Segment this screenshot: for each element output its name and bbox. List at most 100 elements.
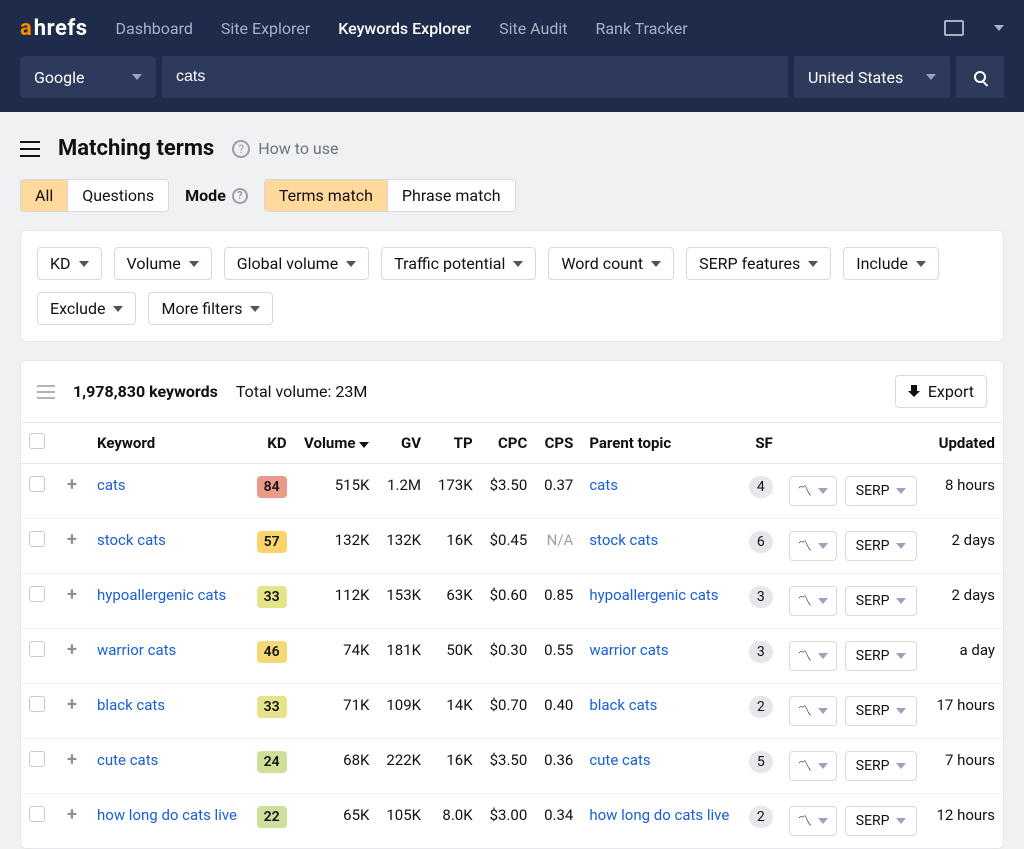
plus-icon[interactable]: + [67, 694, 77, 715]
row-checkbox[interactable] [29, 641, 45, 657]
col-kd[interactable]: KD [248, 423, 295, 464]
filter-kd[interactable]: KD [37, 247, 102, 280]
keyword-link[interactable]: black cats [97, 696, 165, 714]
parent-topic-link[interactable]: black cats [589, 696, 657, 714]
keyword-link[interactable]: warrior cats [97, 641, 176, 659]
plus-icon[interactable]: + [67, 584, 77, 605]
sf-badge[interactable]: 6 [749, 531, 773, 553]
nav-link-site-audit[interactable]: Site Audit [499, 19, 567, 38]
tab-questions[interactable]: Questions [67, 180, 168, 211]
filter-volume[interactable]: Volume [114, 247, 212, 280]
chevron-down-icon [132, 74, 142, 80]
serp-button[interactable]: SERP [845, 586, 917, 616]
col-parent-topic[interactable]: Parent topic [581, 423, 740, 464]
density-icon[interactable] [37, 385, 55, 399]
logo[interactable]: a hrefs [20, 16, 88, 41]
tab-phrase-match[interactable]: Phrase match [387, 180, 515, 211]
keyword-link[interactable]: stock cats [97, 531, 166, 549]
filter-label: Volume [127, 254, 181, 273]
row-checkbox[interactable] [29, 531, 45, 547]
select-all-checkbox[interactable] [29, 433, 45, 449]
help-icon[interactable]: ? [232, 188, 248, 204]
col-cpc[interactable]: CPC [481, 423, 536, 464]
col-gv[interactable]: GV [377, 423, 429, 464]
cell-sf: 2 [740, 684, 781, 739]
nav-link-rank-tracker[interactable]: Rank Tracker [595, 19, 687, 38]
country-select[interactable]: United States [794, 56, 950, 98]
serp-button[interactable]: SERP [845, 696, 917, 726]
sf-badge[interactable]: 2 [749, 696, 773, 718]
cell-checkbox [21, 629, 59, 684]
account-caret-icon[interactable] [994, 25, 1004, 31]
keyword-input[interactable] [162, 56, 788, 98]
parent-topic-link[interactable]: cute cats [589, 751, 650, 769]
plus-icon[interactable]: + [67, 749, 77, 770]
col-volume[interactable]: Volume [295, 423, 378, 464]
filter-include[interactable]: Include [843, 247, 939, 280]
sf-badge[interactable]: 3 [749, 641, 773, 663]
plus-icon[interactable]: + [67, 529, 77, 550]
col-sf[interactable]: SF [740, 423, 781, 464]
parent-topic-link[interactable]: how long do cats live [589, 806, 729, 824]
filter-more-filters[interactable]: More filters [148, 292, 273, 325]
cell-gv: 222K [377, 739, 429, 794]
tab-all[interactable]: All [21, 180, 67, 211]
col-cps[interactable]: CPS [535, 423, 581, 464]
col-keyword[interactable]: Keyword [89, 423, 248, 464]
parent-topic-link[interactable]: warrior cats [589, 641, 668, 659]
sf-badge[interactable]: 2 [749, 806, 773, 828]
chart-button[interactable]: 〽 [789, 696, 837, 726]
export-button[interactable]: Export [895, 375, 987, 408]
cell-actions: 〽 SERP [781, 519, 927, 574]
chart-button[interactable]: 〽 [789, 751, 837, 781]
filter-serp-features[interactable]: SERP features [686, 247, 831, 280]
filter-traffic-potential[interactable]: Traffic potential [381, 247, 536, 280]
plus-icon[interactable]: + [67, 639, 77, 660]
sf-badge[interactable]: 5 [749, 751, 773, 773]
row-checkbox[interactable] [29, 696, 45, 712]
serp-button[interactable]: SERP [845, 751, 917, 781]
nav-link-site-explorer[interactable]: Site Explorer [221, 19, 310, 38]
filter-word-count[interactable]: Word count [548, 247, 674, 280]
nav-link-keywords-explorer[interactable]: Keywords Explorer [338, 19, 471, 38]
parent-topic-link[interactable]: stock cats [589, 531, 658, 549]
chart-button[interactable]: 〽 [789, 586, 837, 616]
keyword-link[interactable]: cats [97, 476, 126, 494]
monitor-icon[interactable] [944, 20, 964, 36]
row-checkbox[interactable] [29, 476, 45, 492]
chevron-down-icon [926, 74, 936, 80]
serp-button[interactable]: SERP [845, 531, 917, 561]
keyword-link[interactable]: how long do cats live [97, 806, 237, 824]
plus-icon[interactable]: + [67, 804, 77, 825]
nav-link-dashboard[interactable]: Dashboard [116, 19, 193, 38]
parent-topic-link[interactable]: cats [589, 476, 618, 494]
row-checkbox[interactable] [29, 806, 45, 822]
keyword-link[interactable]: cute cats [97, 751, 158, 769]
col-tp[interactable]: TP [429, 423, 481, 464]
col-updated[interactable]: Updated [927, 423, 1003, 464]
serp-button[interactable]: SERP [845, 641, 917, 671]
sidebar-toggle-icon[interactable] [20, 141, 40, 157]
row-checkbox[interactable] [29, 586, 45, 602]
how-to-use-link[interactable]: ? How to use [232, 139, 338, 158]
serp-button[interactable]: SERP [845, 476, 917, 506]
table-row: +cats84515K1.2M173K$3.500.37cats4〽SERP8 … [21, 464, 1003, 519]
engine-select[interactable]: Google [20, 56, 156, 98]
row-checkbox[interactable] [29, 751, 45, 767]
chart-button[interactable]: 〽 [789, 476, 837, 506]
plus-icon[interactable]: + [67, 474, 77, 495]
sf-badge[interactable]: 4 [749, 476, 773, 498]
tab-terms-match[interactable]: Terms match [265, 180, 387, 211]
parent-topic-link[interactable]: hypoallergenic cats [589, 586, 718, 604]
filter-global-volume[interactable]: Global volume [224, 247, 369, 280]
serp-button[interactable]: SERP [845, 806, 917, 836]
chart-button[interactable]: 〽 [789, 531, 837, 561]
chevron-down-icon [896, 598, 906, 604]
search-button[interactable] [956, 56, 1004, 98]
sf-badge[interactable]: 3 [749, 586, 773, 608]
chart-button[interactable]: 〽 [789, 641, 837, 671]
cell-gv: 181K [377, 629, 429, 684]
chart-button[interactable]: 〽 [789, 806, 837, 836]
keyword-link[interactable]: hypoallergenic cats [97, 586, 226, 604]
filter-exclude[interactable]: Exclude [37, 292, 136, 325]
